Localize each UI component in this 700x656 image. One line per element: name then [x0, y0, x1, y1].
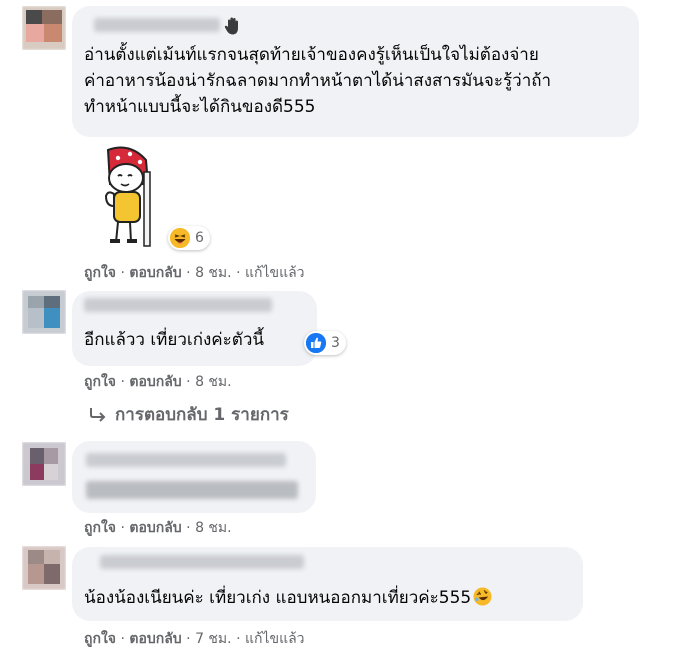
- commenter-avatar[interactable]: [22, 290, 66, 334]
- like-link[interactable]: ถูกใจ: [84, 374, 116, 390]
- comment-bubble: อีกแล้วว เที่ยวเก่งค่ะตัวนี้: [72, 291, 317, 366]
- comment-text: น้องน้องเนียนค่ะ เที่ยวเก่ง แอบหนออกมาเท…: [84, 585, 492, 614]
- reaction-count: 3: [331, 335, 340, 351]
- edited-label: แก้ไขแล้ว: [244, 631, 305, 647]
- timestamp[interactable]: 8 ชม.: [195, 520, 232, 536]
- like-link[interactable]: ถูกใจ: [84, 520, 116, 536]
- comment-bubble: น้องน้องเนียนค่ะ เที่ยวเก่ง แอบหนออกมาเท…: [72, 547, 583, 621]
- commenter-name-redacted[interactable]: [94, 18, 220, 32]
- comment-actions: ถูกใจ · ตอบกลับ · 8 ชม.: [84, 520, 232, 536]
- haha-emoji-icon: [170, 228, 190, 248]
- like-thumb-icon: [306, 333, 326, 353]
- comment-bubble: อ่านตั้งแต่เม้นท์แรกจนสุดท้ายเจ้าของคงรู…: [72, 6, 639, 137]
- comment-bubble: [72, 441, 316, 513]
- reaction-summary[interactable]: 3: [304, 331, 346, 355]
- commenter-avatar[interactable]: [22, 442, 66, 486]
- comment-actions: ถูกใจ · ตอบกลับ · 8 ชม. · แก้ไขแล้ว: [84, 265, 305, 281]
- commenter-avatar[interactable]: [22, 546, 66, 590]
- reply-link[interactable]: ตอบกลับ: [129, 520, 181, 536]
- comment-actions: ถูกใจ · ตอบกลับ · 7 ชม. · แก้ไขแล้ว: [84, 631, 305, 647]
- cartoon-peek-sticker[interactable]: [96, 144, 158, 248]
- reply-link[interactable]: ตอบกลับ: [129, 265, 181, 281]
- reply-arrow-icon: [90, 408, 106, 422]
- comment-text: อ่านตั้งแต่เม้นท์แรกจนสุดท้ายเจ้าของคงรู…: [84, 45, 552, 117]
- like-link[interactable]: ถูกใจ: [84, 265, 116, 281]
- edited-label: แก้ไขแล้ว: [244, 265, 305, 281]
- commenter-avatar[interactable]: [22, 6, 66, 50]
- waving-hand-icon: [222, 15, 244, 37]
- comment-text: อีกแล้วว เที่ยวเก่งค่ะตัวนี้: [84, 330, 265, 350]
- timestamp[interactable]: 8 ชม.: [195, 374, 232, 390]
- comment-text-redacted: [86, 481, 298, 499]
- reply-link[interactable]: ตอบกลับ: [129, 374, 181, 390]
- commenter-name-redacted[interactable]: [100, 555, 304, 569]
- timestamp[interactable]: 8 ชม.: [195, 265, 232, 281]
- reaction-count: 6: [195, 230, 204, 246]
- commenter-name-redacted[interactable]: [84, 298, 272, 312]
- like-link[interactable]: ถูกใจ: [84, 631, 116, 647]
- view-replies-link[interactable]: การตอบกลับ 1 รายการ: [89, 401, 289, 428]
- commenter-name-redacted[interactable]: [86, 453, 286, 467]
- comment-actions: ถูกใจ · ตอบกลับ · 8 ชม.: [84, 374, 232, 390]
- timestamp[interactable]: 7 ชม.: [195, 631, 232, 647]
- reaction-summary[interactable]: 6: [168, 226, 210, 250]
- reply-link[interactable]: ตอบกลับ: [129, 631, 181, 647]
- rofl-emoji-icon: [473, 587, 492, 614]
